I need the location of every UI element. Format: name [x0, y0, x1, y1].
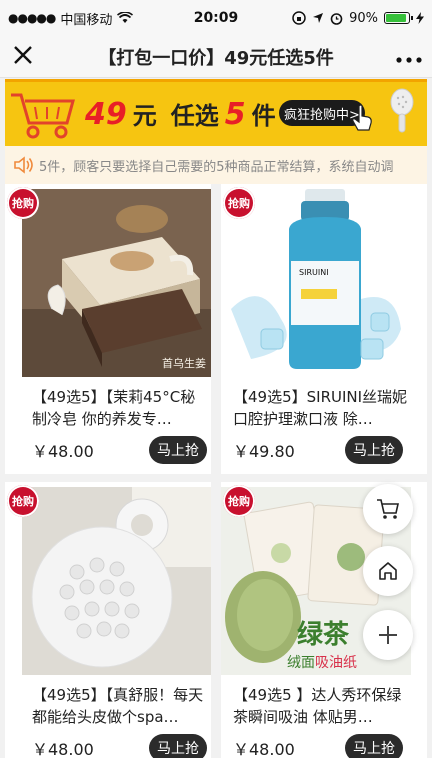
promo-count-number: 5: [224, 97, 246, 132]
more-button[interactable]: [386, 44, 432, 69]
cart-icon: [377, 499, 399, 519]
flash-sale-badge: 抢购: [223, 187, 255, 219]
product-card[interactable]: 抢购 【49选5】【真舒服！每天都能给头皮做个spa… ￥48.00 马上抢: [5, 482, 211, 758]
product-price: ￥48.00: [32, 740, 94, 758]
product-name[interactable]: 【49选5】SIRUINI丝瑞妮口腔护理漱口液 除…: [233, 386, 411, 430]
product-price: ￥48.00: [32, 442, 94, 461]
flash-sale-badge: 抢购: [7, 187, 39, 219]
product-price: ￥48.00: [233, 740, 295, 758]
flash-sale-badge: 抢购: [7, 485, 39, 517]
product-price: ￥49.80: [233, 442, 295, 461]
product-card[interactable]: 首乌生姜 抢购 【49选5】【茉莉45°C秘制冷皂 你的养发专… ￥48.00 …: [5, 184, 211, 474]
buy-now-button[interactable]: 马上抢: [345, 734, 403, 758]
promo-price-number: 49: [85, 97, 127, 132]
promo-text: 49 元 任选 5 件: [85, 96, 276, 132]
soap-image: 首乌生姜: [22, 189, 211, 377]
product-name[interactable]: 【49选5】【茉莉45°C秘制冷皂 你的养发专…: [32, 386, 210, 430]
product-card[interactable]: SIRUINI 抢购 【49选5】SIRUINI丝瑞妮口腔护理漱口液 除… ￥4…: [221, 184, 427, 474]
cart-button[interactable]: [363, 484, 413, 534]
notice-bar: 5件，顾客只要选择自己需要的5种商品正常结算，系统自动调: [5, 146, 427, 184]
speaker-icon: [14, 156, 33, 174]
product-image[interactable]: SIRUINI: [221, 189, 411, 377]
home-button[interactable]: [363, 546, 413, 596]
product-name[interactable]: 【49选5】【真舒服！每天都能给头皮做个spa…: [32, 684, 210, 728]
buy-now-button[interactable]: 马上抢: [149, 436, 207, 464]
image-caption: SIRUINI: [299, 268, 329, 277]
shopping-cart-icon: [11, 93, 75, 139]
product-name[interactable]: 【49选5 】达人秀环保绿茶瞬间吸油 体贴男…: [233, 684, 411, 728]
nav-bar: 【打包一口价】49元任选5件: [0, 36, 432, 78]
flash-sale-badge: 抢购: [223, 485, 255, 517]
add-button[interactable]: [363, 610, 413, 660]
buy-now-button[interactable]: 马上抢: [149, 734, 207, 758]
home-icon: [379, 562, 397, 580]
close-icon: [14, 45, 32, 64]
close-button[interactable]: [0, 44, 46, 70]
promo-pick-text: 任选: [170, 102, 219, 130]
mouthwash-image: SIRUINI: [221, 189, 411, 377]
battery-icon: [384, 12, 413, 24]
pointing-hand-icon: [352, 104, 372, 131]
promo-price-unit: 元: [132, 102, 157, 130]
bath-brush-icon: [390, 88, 414, 133]
plus-icon: [379, 626, 397, 644]
more-icon: [396, 57, 422, 63]
product-image[interactable]: [22, 487, 211, 675]
page-title: 【打包一口价】49元任选5件: [98, 47, 334, 69]
product-image[interactable]: 首乌生姜: [22, 189, 211, 377]
clock: 20:09: [193, 10, 239, 26]
buy-now-button[interactable]: 马上抢: [345, 436, 403, 464]
scalp-brush-image: [22, 487, 211, 675]
promo-banner[interactable]: 49 元 任选 5 件 疯狂抢购中>: [5, 79, 427, 146]
status-bar: ●●●●● 中国移动 20:09 90%: [0, 0, 432, 36]
notice-text: 5件，顾客只要选择自己需要的5种商品正常结算，系统自动调: [39, 159, 394, 175]
promo-count-unit: 件: [251, 102, 276, 130]
svg-text:绒面吸油纸: 绒面吸油纸: [287, 655, 357, 671]
image-caption: 绿茶: [297, 620, 350, 650]
image-caption: 首乌生姜: [162, 356, 206, 370]
